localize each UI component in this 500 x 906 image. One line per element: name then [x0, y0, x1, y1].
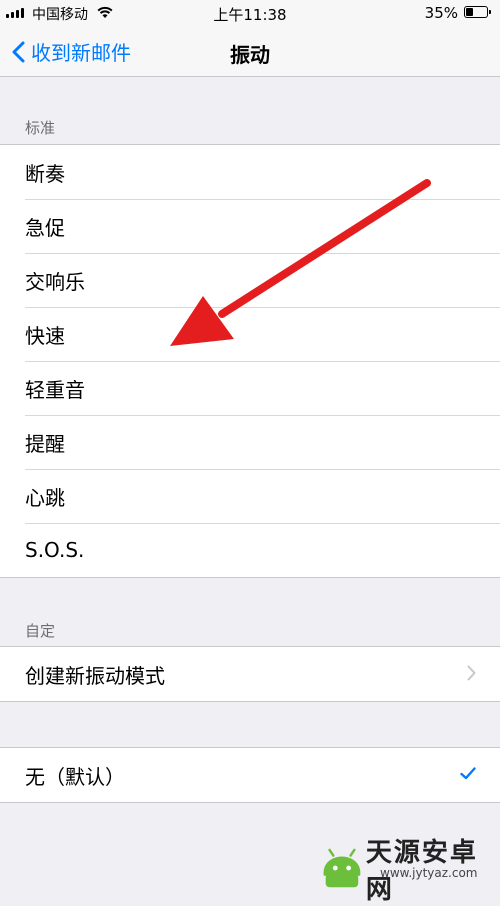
android-logo-icon: [323, 848, 361, 888]
watermark-url: www.jytyaz.com: [380, 866, 478, 880]
watermark: 天源安卓网 www.jytyaz.com: [318, 832, 500, 906]
annotation-arrow-icon: [170, 179, 431, 346]
